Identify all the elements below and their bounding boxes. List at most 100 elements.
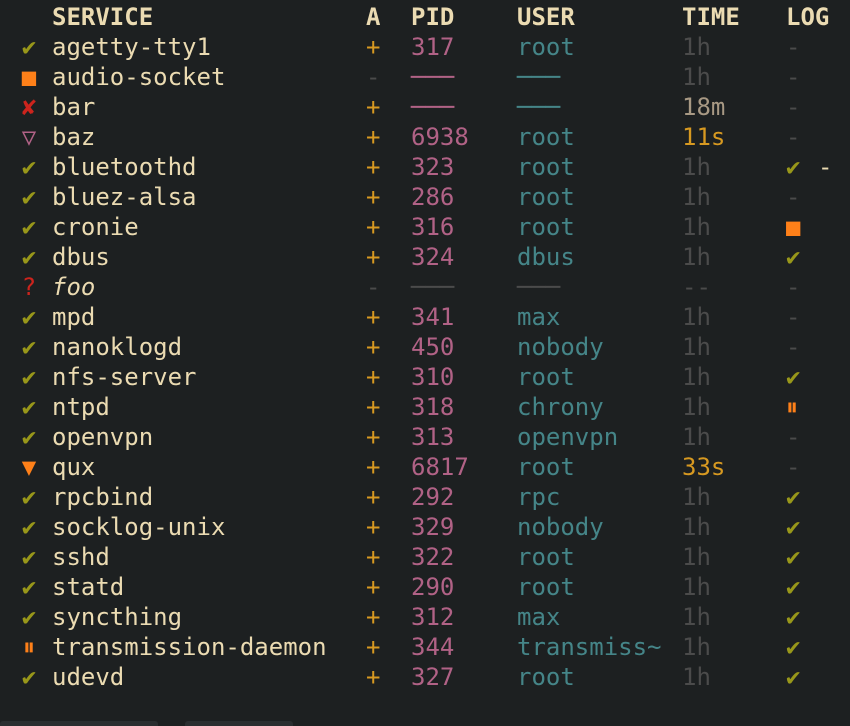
autostart-flag: + [366,153,381,181]
user-cell: openvpn [517,423,619,451]
service-name: qux [52,453,96,481]
log-status: - [786,123,801,151]
pid-cell: 290 [411,573,455,601]
time-cell: 18m [682,93,726,121]
log-status: ✔ [786,363,801,391]
pid-cell: 310 [411,363,455,391]
user-cell: dbus [517,243,575,271]
user-cell: max [517,603,561,631]
check-icon: ✔ [21,243,37,271]
user-cell: rpc [517,483,561,511]
table-row[interactable]: ⏸ transmission-daemon +344 transmiss~ 1h ✔ [0,632,850,662]
user-cell: root [517,123,575,151]
table-row[interactable]: ✔ syncthing +312 max 1h ✔ [0,602,850,632]
log-status: - [786,93,801,121]
service-name: nfs-server [52,363,197,391]
log-status: - [786,423,801,451]
header-pid: PID [411,3,455,31]
pid-cell: 344 [411,633,455,661]
table-row[interactable]: ■ audio-socket - ─── ─── 1h - [0,62,850,92]
service-name: mpd [52,303,96,331]
table-row[interactable]: ? foo - ─── ─── -- - [0,272,850,302]
table-row[interactable]: ▼ qux +6817 root 33s - [0,452,850,482]
autostart-flag: + [366,663,381,691]
autostart-flag: + [366,93,381,121]
table-row[interactable]: ✔ cronie +316 root 1h ■ [0,212,850,242]
autostart-flag: + [366,363,381,391]
log-status: ✔ [786,513,801,541]
table-row[interactable]: ✔ mpd +341 max 1h - [0,302,850,332]
pid-cell: 292 [411,483,455,511]
time-cell: 1h [682,513,711,541]
autostart-flag: - [366,273,381,301]
table-row[interactable]: ✔ sshd +322 root 1h ✔ [0,542,850,572]
log-status: - [786,63,801,91]
service-name: nanoklogd [52,333,183,361]
service-name: bluetoothd [52,153,197,181]
service-name: agetty-tty1 [52,33,211,61]
table-row[interactable]: ✔ agetty-tty1 +317 root 1h - [0,32,850,62]
service-name: dbus [52,243,110,271]
table-row[interactable]: ✔ socklog-unix +329 nobody 1h ✔ [0,512,850,542]
table-row[interactable]: ✔ statd +290 root 1h ✔ [0,572,850,602]
table-row[interactable]: ✔ ntpd +318 chrony 1h ⏸ [0,392,850,422]
pid-cell: 322 [411,543,455,571]
autostart-flag: + [366,513,381,541]
autostart-flag: + [366,33,381,61]
table-header: SERVICE A PID USER TIME LOG [0,2,850,32]
table-row[interactable]: ✔ rpcbind +292 rpc 1h ✔ [0,482,850,512]
table-row[interactable]: ✔ nanoklogd +450 nobody 1h - [0,332,850,362]
service-name: openvpn [52,423,154,451]
triangle-down-outline-icon: ▽ [21,123,37,151]
header-a: A [366,3,381,31]
table-row[interactable]: ✔ bluez-alsa +286 root 1h - [0,182,850,212]
user-cell: root [517,153,575,181]
log-status: - [786,303,801,331]
time-cell: 1h [682,333,711,361]
user-cell: root [517,573,575,601]
service-name: transmission-daemon [52,633,327,661]
check-icon: ✔ [21,483,37,511]
time-cell: 1h [682,543,711,571]
log-status: ✔ [786,633,801,661]
autostart-flag: + [366,303,381,331]
table-row[interactable]: ✘ bar + ─── ─── 18m - [0,92,850,122]
table-row[interactable]: ✔ dbus +324 dbus 1h ✔ [0,242,850,272]
autostart-flag: + [366,543,381,571]
autostart-flag: + [366,333,381,361]
time-cell: 1h [682,393,711,421]
table-row[interactable]: ✔ openvpn +313 openvpn 1h - [0,422,850,452]
pid-cell: 313 [411,423,455,451]
service-name: ntpd [52,393,110,421]
check-icon: ✔ [21,423,37,451]
time-cell: 1h [682,633,711,661]
service-name: socklog-unix [52,513,226,541]
check-icon: ✔ [21,333,37,361]
table-row[interactable]: ✔ udevd +327 root 1h ✔ [0,662,850,692]
header-user: USER [517,3,575,31]
autostart-flag: + [366,393,381,421]
log-status: ■ [786,213,801,241]
log-status: ⏸ [786,393,798,421]
pause-icon: ⏸ [23,633,35,661]
table-row[interactable]: ▽ baz +6938 root 11s - [0,122,850,152]
service-name: bluez-alsa [52,183,197,211]
check-icon: ✔ [21,393,37,421]
cursor: - [818,153,833,181]
table-row[interactable]: ✔ nfs-server +310 root 1h ✔ [0,362,850,392]
user-cell: max [517,303,561,331]
service-name: rpcbind [52,483,154,511]
autostart-flag: + [366,243,381,271]
user-cell: transmiss~ [517,633,662,661]
table-row[interactable]: ✔ bluetoothd +323 root 1h ✔ - [0,152,850,182]
pid-cell: 323 [411,153,455,181]
log-status: - [786,273,801,301]
time-cell: 1h [682,33,711,61]
check-icon: ✔ [21,33,37,61]
service-name: syncthing [52,603,183,631]
pid-cell: 341 [411,303,455,331]
header-time: TIME [682,3,740,31]
autostart-flag: + [366,423,381,451]
triangle-down-icon: ▼ [21,453,37,481]
pid-cell: ─── [411,63,455,91]
